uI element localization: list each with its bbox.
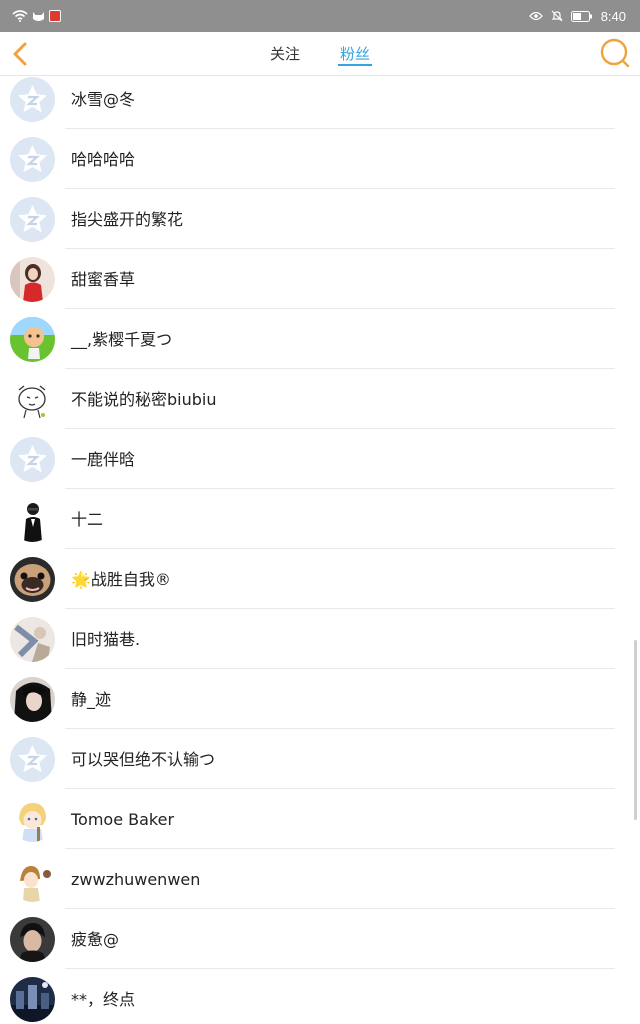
avatar[interactable]	[10, 677, 55, 722]
follower-name: 十二	[71, 489, 103, 549]
mute-bell-icon	[551, 10, 563, 22]
avatar[interactable]	[10, 977, 55, 1022]
follower-name: 一鹿伴晗	[71, 429, 135, 489]
eye-icon	[528, 11, 543, 21]
avatar[interactable]	[10, 497, 55, 542]
follower-name: __,紫樱千夏つ	[71, 309, 172, 369]
status-right: 8:40	[528, 0, 626, 32]
follower-name: 甜蜜香草	[71, 249, 135, 309]
follower-name-text: __,紫樱千夏つ	[71, 330, 173, 349]
avatar[interactable]	[10, 377, 55, 422]
follower-row[interactable]: 一鹿伴晗	[0, 429, 640, 489]
follower-name-text: 冰雪@冬	[71, 90, 136, 109]
follower-name-text: **，终点	[71, 990, 136, 1009]
follower-row[interactable]: 可以哭但绝不认输つ	[0, 729, 640, 789]
follower-name: zwwzhuwenwen	[71, 849, 200, 909]
avatar[interactable]	[10, 737, 55, 782]
follower-row[interactable]: 哈哈哈哈	[0, 129, 640, 189]
avatar[interactable]	[10, 557, 55, 602]
follower-row[interactable]: 🌟战胜自我®	[0, 549, 640, 609]
follower-row[interactable]: 疲惫@	[0, 909, 640, 969]
follower-name-text: 十二	[71, 510, 104, 529]
follower-name: 指尖盛开的繁花	[71, 189, 183, 249]
wifi-icon	[12, 10, 28, 22]
follower-row[interactable]: **，终点	[0, 969, 640, 1024]
avatar[interactable]	[10, 857, 55, 902]
follower-row[interactable]: 甜蜜香草	[0, 249, 640, 309]
follower-name: Tomoe Baker	[71, 789, 174, 849]
avatar[interactable]	[10, 317, 55, 362]
follower-name: 静_迹	[71, 669, 111, 729]
follower-row[interactable]: 指尖盛开的繁花	[0, 189, 640, 249]
avatar[interactable]	[10, 77, 55, 122]
search-icon	[600, 38, 630, 68]
follower-name-text: zwwzhuwenwen	[71, 870, 201, 889]
status-bar: 8:40	[0, 0, 640, 32]
avatar[interactable]	[10, 197, 55, 242]
follower-name: 可以哭但绝不认输つ	[71, 729, 215, 789]
follower-row[interactable]: 静_迹	[0, 669, 640, 729]
follower-name: 哈哈哈哈	[71, 129, 135, 189]
follower-name-text: 一鹿伴晗	[71, 450, 136, 469]
follower-name-text: 指尖盛开的繁花	[71, 210, 184, 229]
follower-name-text: 旧时猫巷.	[71, 630, 141, 649]
follower-name: 🌟战胜自我®	[71, 549, 171, 609]
follower-row[interactable]: 旧时猫巷.	[0, 609, 640, 669]
app-notification-icon	[49, 10, 61, 22]
avatar[interactable]	[10, 917, 55, 962]
follower-name: **，终点	[71, 969, 135, 1024]
follower-name-text: 可以哭但绝不认输つ	[71, 750, 216, 769]
follower-name: 冰雪@冬	[71, 69, 135, 129]
follower-name: 旧时猫巷.	[71, 609, 140, 669]
avatar[interactable]	[10, 257, 55, 302]
follower-row[interactable]: 冰雪@冬	[0, 69, 640, 129]
follower-name-text: 战胜自我®	[90, 570, 171, 589]
follower-name: 疲惫@	[71, 909, 119, 969]
follower-row[interactable]: 不能说的秘密biubiu	[0, 369, 640, 429]
follower-name: 不能说的秘密biubiu	[71, 369, 217, 429]
status-time: 8:40	[600, 8, 626, 24]
avatar[interactable]	[10, 797, 55, 842]
follower-list: 冰雪@冬哈哈哈哈指尖盛开的繁花 甜蜜香草 __,紫樱千夏つ不能说的秘密biubiu 一…	[0, 69, 640, 1024]
avatar[interactable]	[10, 617, 55, 662]
follower-row[interactable]: Tomoe Baker	[0, 789, 640, 849]
search-button[interactable]	[598, 36, 632, 72]
follower-name-text: 甜蜜香草	[71, 270, 136, 289]
avatar[interactable]	[10, 137, 55, 182]
avatar[interactable]	[10, 437, 55, 482]
follower-name-text: 静_迹	[71, 690, 112, 709]
follower-row[interactable]: 十二	[0, 489, 640, 549]
battery-icon	[570, 10, 592, 22]
scrollbar[interactable]	[634, 640, 637, 820]
follower-row[interactable]: __,紫樱千夏つ	[0, 309, 640, 369]
follower-name-text: Tomoe Baker	[71, 810, 175, 829]
cat-app-icon	[33, 12, 44, 21]
follower-name-text: 疲惫@	[71, 930, 120, 949]
follower-name-text: 不能说的秘密biubiu	[71, 390, 217, 409]
follower-row[interactable]: zwwzhuwenwen	[0, 849, 640, 909]
follower-name-text: 哈哈哈哈	[71, 150, 136, 169]
sun-emoji-icon: 🌟	[71, 570, 91, 589]
status-left	[12, 0, 61, 32]
